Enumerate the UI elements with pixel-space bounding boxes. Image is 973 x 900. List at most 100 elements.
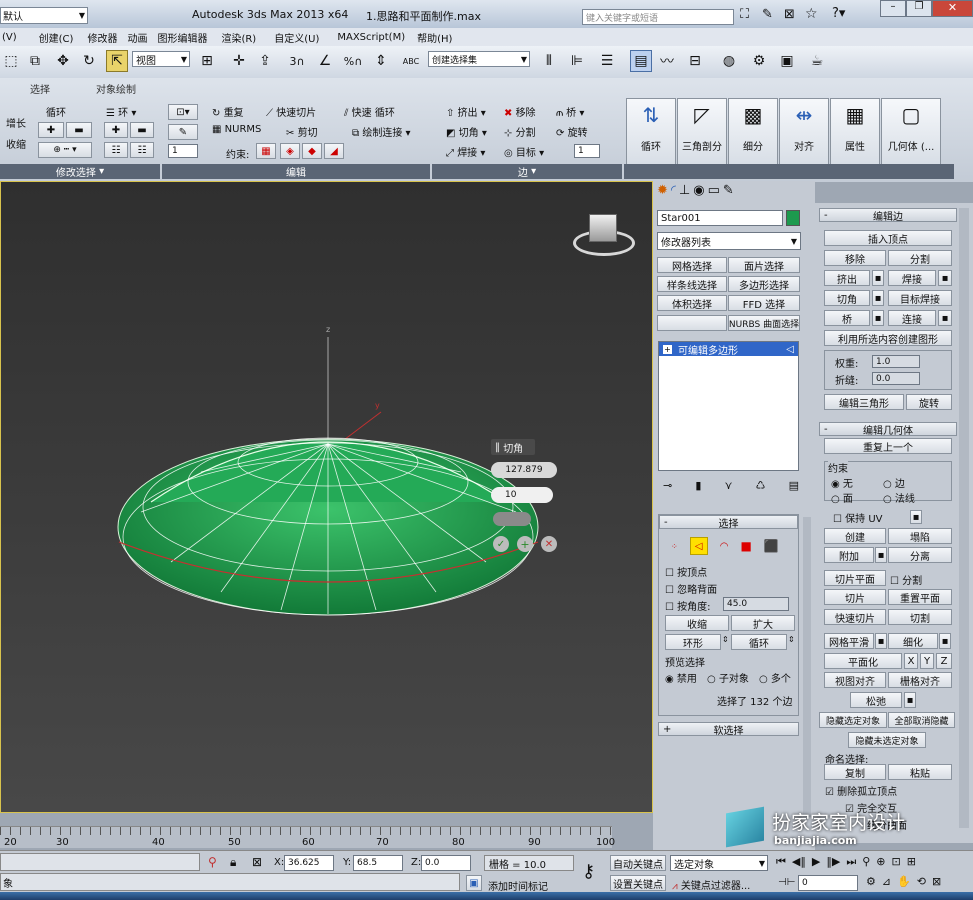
keyboard-shortcut-icon[interactable]: ⇪	[254, 50, 276, 72]
meshsmooth-button[interactable]: 网格平滑	[824, 633, 874, 649]
layer-manager-icon[interactable]: ☰	[596, 50, 618, 72]
stack-item-editable-poly[interactable]: + 可编辑多边形 ◁	[659, 342, 798, 357]
make-unique-icon[interactable]: ⋎	[724, 479, 732, 493]
detach-button[interactable]: 分离	[888, 547, 952, 563]
meshsmooth-settings-icon[interactable]: ▪	[875, 633, 887, 649]
bridge-edge-button[interactable]: 桥	[824, 310, 870, 326]
shrink-label[interactable]: 收缩	[6, 136, 26, 151]
constraint-edge-button[interactable]: ◈	[280, 143, 300, 159]
zoom-extents-icon[interactable]: ⊡	[892, 855, 901, 871]
make-planar-button[interactable]: 平面化	[824, 653, 902, 669]
weld-settings-icon[interactable]: ▪	[938, 270, 952, 286]
create-tab-icon[interactable]: ✹	[657, 183, 668, 203]
nurms-button[interactable]: ▦ NURMS	[212, 124, 261, 135]
nurbs-select-button[interactable]: NURBS 曲面选择	[728, 315, 800, 331]
rollout-scrollbar[interactable]	[959, 208, 969, 828]
delete-isolated-checkbox[interactable]: ☑ 删除孤立顶点	[825, 783, 897, 798]
viewcube[interactable]	[573, 212, 635, 258]
planar-x-button[interactable]: X	[904, 653, 918, 669]
hide-unselected-button[interactable]: 隐藏未选定对象	[848, 732, 926, 748]
bridge-settings-icon[interactable]: ▪	[872, 310, 884, 326]
grow-label[interactable]: 增长	[6, 115, 26, 130]
chamfer-button[interactable]: ◩ 切角 ▾	[446, 124, 487, 139]
zoom-icon[interactable]: ⚲	[862, 855, 870, 871]
star-icon[interactable]: ☆	[805, 6, 818, 22]
constraint-normal-radio[interactable]: ○ 法线	[883, 490, 915, 505]
repeat-button[interactable]: ↻ 重复	[212, 104, 244, 119]
modifier-list-dropdown[interactable]: 修改器列表 ▼	[657, 232, 801, 250]
by-vertex-checkbox[interactable]: ☐ 按顶点	[665, 564, 707, 579]
ribbon-tab-object-paint[interactable]: 对象绘制	[96, 81, 136, 96]
paint-connect-button[interactable]: ⧉ 绘制连接 ▾	[352, 124, 411, 139]
unhide-all-button[interactable]: 全部取消隐藏	[888, 712, 955, 728]
volume-select-button[interactable]: 体积选择	[657, 295, 727, 311]
spin-button[interactable]: ⟳ 旋转	[556, 124, 588, 139]
isolate-icon[interactable]: ⚲	[208, 855, 217, 869]
play-icon[interactable]: ▶	[812, 855, 820, 871]
menu-item-graph-editors[interactable]: 图形编辑器	[157, 30, 207, 45]
weld-button[interactable]: ⤢ 焊接 ▾	[446, 144, 485, 159]
slice-button[interactable]: 切片	[824, 589, 886, 605]
reset-plane-button[interactable]: 重置平面	[888, 589, 952, 605]
quickslice-button[interactable]: ⟋ 快速切片	[266, 104, 316, 119]
split-edge-button[interactable]: 分割	[888, 250, 952, 266]
percent-snap-icon[interactable]: % ∩	[342, 50, 364, 72]
remove-modifier-icon[interactable]: ♺	[756, 479, 766, 493]
constraint-face-button[interactable]: ◆	[302, 143, 322, 159]
maximize-icon[interactable]: ❐	[906, 0, 932, 17]
prev-frame-icon[interactable]: ◀‖	[792, 855, 806, 871]
utilities-tab-icon[interactable]: ✎	[723, 183, 734, 203]
subscription-icon[interactable]: ⊠	[784, 7, 795, 22]
copy-button[interactable]: 复制	[824, 764, 886, 780]
menu-item-animation[interactable]: 动画	[127, 30, 147, 45]
tessellate-settings-icon[interactable]: ▪	[939, 633, 951, 649]
shrink-loop-button[interactable]: ▬	[66, 122, 92, 138]
ffd-select-button[interactable]: FFD 选择	[728, 295, 800, 311]
polygon-mode-icon[interactable]: ■	[740, 539, 751, 553]
angle-snap-icon[interactable]: ∠	[314, 50, 336, 72]
close-icon[interactable]: ✕	[932, 0, 973, 17]
relax-button[interactable]: 松弛	[850, 692, 902, 708]
view-align-button[interactable]: 视图对齐	[824, 672, 886, 688]
graphite-toggle-icon[interactable]: ▤	[630, 50, 652, 72]
reference-coord-dropdown[interactable]: 视图 ▼	[132, 51, 190, 67]
extrude-settings-icon[interactable]: ▪	[872, 270, 884, 286]
tessellate-button[interactable]: 细化	[888, 633, 938, 649]
quickloop-button[interactable]: ⫽ 快速 循环	[344, 104, 395, 119]
connect-settings-icon[interactable]: ▪	[938, 310, 952, 326]
search-input[interactable]: 键入关键字或短语	[582, 9, 734, 25]
create-shape-button[interactable]: 利用所选内容创建图形	[824, 330, 952, 346]
ribbon-footer-modify-select[interactable]: 修改选择 ▾	[0, 164, 160, 179]
loop-spinner-icon[interactable]: ⇕	[788, 635, 795, 644]
remove-button[interactable]: ✖ 移除	[504, 104, 536, 119]
hide-selected-button[interactable]: 隐藏选定对象	[819, 712, 887, 728]
constraint-edge-radio[interactable]: ○ 边	[883, 475, 905, 490]
planar-z-button[interactable]: Z	[936, 653, 952, 669]
chamfer-edge-button[interactable]: 切角	[824, 290, 870, 306]
caddy-apply-icon[interactable]: +	[517, 536, 533, 552]
ring-selection-button[interactable]: 环形	[665, 634, 721, 650]
attach-settings-icon[interactable]: ▪	[875, 547, 887, 563]
patch-select-button[interactable]: 面片选择	[728, 257, 800, 273]
target-weld-button[interactable]: 目标焊接	[888, 290, 952, 306]
ribbon-tab-select[interactable]: 选择	[30, 81, 50, 96]
grow-loop-button[interactable]: ✚	[38, 122, 64, 138]
attach-button[interactable]: 附加	[824, 547, 874, 563]
grid-align-button[interactable]: 栅格对齐	[888, 672, 952, 688]
menu-item-create[interactable]: 创建(C)	[39, 30, 74, 45]
current-frame-field[interactable]: 0	[798, 875, 858, 891]
selection-rollout-header[interactable]: - 选择	[659, 515, 798, 530]
weld-edge-button[interactable]: 焊接	[888, 270, 936, 286]
maximize-viewport-icon[interactable]: ⊠	[932, 875, 941, 891]
key-mode-icon[interactable]: ⊣⊢	[778, 877, 795, 888]
maxscript-listener[interactable]	[0, 853, 200, 871]
select-mode-button[interactable]: ⊡▾	[168, 104, 198, 120]
preview-off-radio[interactable]: ◉ 禁用	[665, 670, 697, 685]
panel-scrollbar[interactable]	[803, 517, 811, 817]
loop-selection-button[interactable]: 循环	[731, 634, 787, 650]
goto-start-icon[interactable]: ⏮	[776, 855, 786, 871]
shrink-ring-button[interactable]: ▬	[130, 122, 154, 138]
select-region-icon[interactable]: ⬚	[0, 50, 22, 72]
grow-selection-button[interactable]: 扩大	[731, 615, 795, 631]
caddy-ok-icon[interactable]: ✓	[493, 536, 509, 552]
